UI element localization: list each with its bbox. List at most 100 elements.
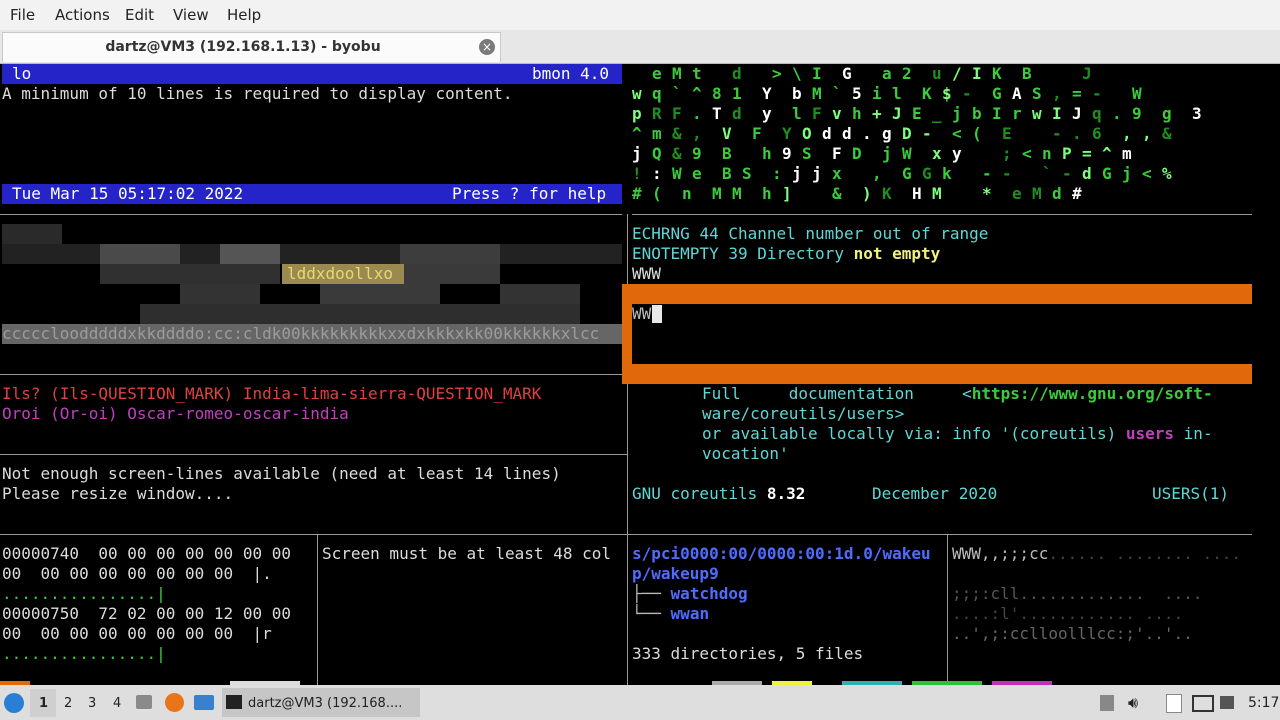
menu-edit[interactable]: Edit — [125, 6, 154, 24]
matrix-glyph: ^ — [692, 84, 702, 103]
matrix-glyph: - — [962, 84, 972, 103]
man-doc-line: ware/coreutils/users> — [702, 404, 905, 423]
hexdump-line: 00000740 00 00 00 00 00 00 00 — [2, 544, 291, 563]
firefox-icon[interactable] — [165, 693, 184, 712]
man-doc-line: Full documentation <https://www.gnu.org/… — [702, 384, 1213, 403]
orange-banner — [622, 364, 1252, 384]
matrix-glyph: ` — [1042, 164, 1052, 183]
matrix-glyph: w — [1032, 104, 1042, 123]
shell-prompt[interactable]: WW — [632, 304, 651, 324]
taskbar: 1 2 3 4 dartz@VM3 (192.168.... 🔊︎ 5:17 — [0, 685, 1280, 720]
removable-drive-icon[interactable] — [1100, 695, 1114, 711]
network-icon[interactable] — [1220, 696, 1234, 709]
matrix-glyph: m — [652, 124, 662, 143]
bmon-version: bmon 4.0 — [532, 64, 610, 83]
menu-view[interactable]: View — [173, 6, 209, 24]
www-output: WWW — [632, 264, 661, 283]
matrix-glyph: d — [1082, 164, 1092, 183]
tree-item: wwan — [670, 604, 710, 623]
distro-logo-icon[interactable] — [4, 693, 24, 713]
matrix-glyph: _ — [932, 104, 942, 123]
matrix-glyph: ( — [652, 184, 662, 203]
man-doc-line: vocation' — [702, 444, 789, 463]
pane-divider — [632, 214, 1252, 215]
matrix-glyph: Y — [762, 84, 772, 103]
menu-help[interactable]: Help — [227, 6, 261, 24]
terminal-tab[interactable]: dartz@VM3 (192.168.1.13) - byobu × — [2, 32, 501, 62]
matrix-glyph: i — [872, 84, 882, 103]
matrix-glyph: 9 — [1132, 104, 1142, 123]
hexdump-line: ................| — [2, 584, 166, 603]
matrix-glyph: G — [902, 164, 912, 183]
clock[interactable]: 5:17 — [1248, 695, 1279, 711]
man-doc-line: or available locally via: info '(coreuti… — [702, 424, 1213, 443]
matrix-glyph: / — [952, 64, 962, 83]
tree-summary: 333 directories, 5 files — [632, 644, 864, 663]
matrix-glyph: j — [882, 144, 892, 163]
matrix-glyph: F — [812, 104, 822, 123]
matrix-glyph: e — [1012, 184, 1022, 203]
matrix-glyph: G — [842, 64, 852, 83]
pane-divider — [0, 534, 1252, 535]
man-url[interactable]: https://www.gnu.org/soft- — [972, 384, 1213, 403]
matrix-glyph: M — [1032, 184, 1042, 203]
matrix-glyph: D — [852, 144, 862, 163]
matrix-glyph: e — [652, 64, 662, 83]
matrix-glyph: j — [632, 144, 642, 163]
matrix-glyph: t — [692, 64, 702, 83]
errno-description: Directory — [757, 244, 844, 263]
clipboard-icon[interactable] — [1166, 694, 1182, 713]
matrix-glyph: g — [1162, 104, 1172, 123]
matrix-glyph: l — [892, 84, 902, 103]
matrix-glyph: , — [692, 124, 702, 143]
matrix-glyph: , — [1122, 124, 1132, 143]
matrix-glyph: - — [1052, 124, 1062, 143]
terminal-area[interactable]: lo bmon 4.0 A minimum of 10 lines is req… — [0, 64, 1280, 685]
bmon-interface: lo — [12, 64, 32, 83]
pane-divider — [947, 534, 948, 685]
matrix-glyph: Y — [782, 124, 792, 143]
matrix-glyph: - — [922, 124, 932, 143]
monitor-icon[interactable] — [1192, 695, 1214, 712]
orange-banner — [622, 284, 1252, 304]
taskbar-window-button[interactable]: dartz@VM3 (192.168.... — [222, 688, 420, 717]
matrix-glyph: l — [792, 104, 802, 123]
spelling-line-2: Oroi (Or-oi) Oscar-romeo-oscar-india — [2, 404, 349, 423]
matrix-glyph: q — [652, 84, 662, 103]
matrix-glyph: O — [802, 124, 812, 143]
workspace-1[interactable]: 1 — [39, 696, 48, 711]
ascii-line: ....:l'............ .... — [952, 604, 1184, 623]
errno-description: Channel number out of range — [728, 224, 989, 243]
errno-name: ENOTEMPTY — [632, 244, 719, 263]
menu-file[interactable]: File — [10, 6, 35, 24]
matrix-glyph: . — [1072, 124, 1082, 143]
man-footer: GNU coreutils 8.32 — [632, 484, 806, 503]
matrix-glyph: & — [672, 144, 682, 163]
matrix-glyph: ) — [862, 184, 872, 203]
matrix-glyph: d — [732, 64, 742, 83]
matrix-glyph: d — [842, 124, 852, 143]
matrix-glyph: B — [1022, 64, 1032, 83]
terminal-icon — [226, 695, 242, 709]
workspace-3[interactable]: 3 — [88, 696, 96, 711]
volume-icon[interactable]: 🔊︎ — [1128, 693, 1138, 713]
matrix-glyph: h — [762, 184, 772, 203]
errno-line-1: ECHRNG 44 Channel number out of range — [632, 224, 988, 244]
close-tab-icon[interactable]: × — [479, 39, 495, 55]
matrix-glyph: - — [1062, 164, 1072, 183]
tree-item: watchdog — [670, 584, 748, 603]
matrix-glyph: \ — [792, 64, 802, 83]
matrix-glyph: - — [1092, 84, 1102, 103]
folder-icon[interactable] — [194, 695, 214, 710]
matrix-glyph: D — [902, 124, 912, 143]
menu-actions[interactable]: Actions — [55, 6, 110, 24]
tab-title: dartz@VM3 (192.168.1.13) - byobu — [105, 39, 381, 55]
matrix-glyph: M — [672, 64, 682, 83]
matrix-glyph: b — [972, 104, 982, 123]
matrix-glyph: - — [982, 164, 992, 183]
file-manager-icon[interactable] — [136, 695, 152, 709]
workspace-4[interactable]: 4 — [113, 696, 121, 711]
matrix-glyph: A — [1012, 84, 1022, 103]
matrix-glyph: h — [852, 104, 862, 123]
workspace-2[interactable]: 2 — [64, 696, 72, 711]
